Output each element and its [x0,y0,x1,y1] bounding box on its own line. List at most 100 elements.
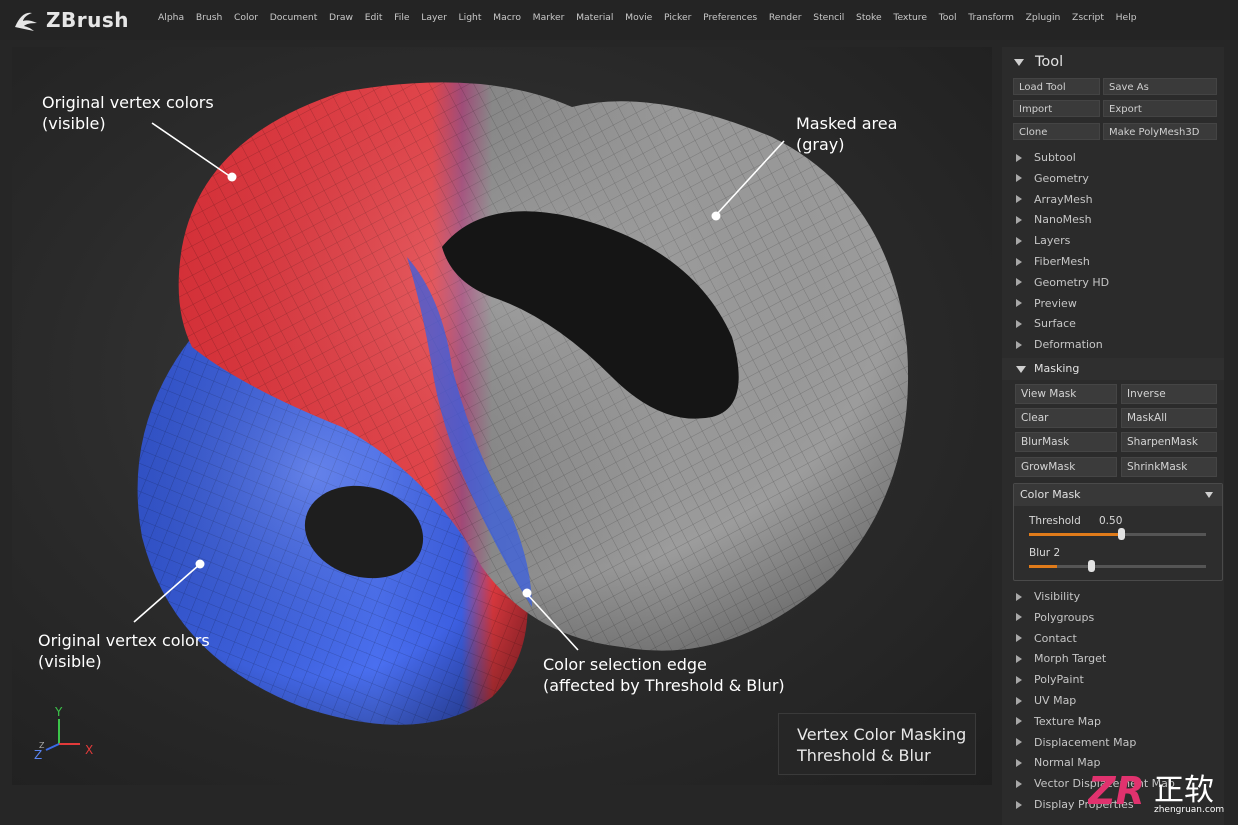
section-fibermesh[interactable]: FiberMesh [1016,255,1090,268]
expand-arrow-icon [1016,340,1022,349]
blur-mask-button[interactable]: BlurMask [1015,432,1117,452]
color-mask-dropdown[interactable]: Color Mask [1014,484,1222,506]
export-button[interactable]: Export [1103,100,1217,117]
expand-arrow-icon [1016,153,1022,162]
section-label: ArrayMesh [1034,192,1093,206]
expand-arrow-icon [1016,195,1022,204]
expand-arrow-icon [1016,696,1022,705]
menu-item-marker[interactable]: Marker [533,12,565,23]
grow-mask-button[interactable]: GrowMask [1015,457,1117,477]
expand-arrow-icon [1016,319,1022,328]
caption-line-1: Vertex Color Masking [797,725,967,744]
expand-arrow-icon [1016,236,1022,245]
view-mask-button[interactable]: View Mask [1015,384,1117,404]
menu-item-stoke[interactable]: Stoke [856,12,882,23]
section-label: Displacement Map [1034,735,1137,749]
expand-arrow-icon [1016,800,1022,809]
menu-item-picker[interactable]: Picker [664,12,691,23]
callout-original-colors-top: Original vertex colors (visible) [42,93,214,133]
watermark-text: 正软 [1154,773,1214,808]
section-uv-map[interactable]: UV Map [1016,694,1076,707]
masking-expand-arrow-icon [1016,366,1026,373]
make-polymesh3d-button[interactable]: Make PolyMesh3D [1103,123,1217,140]
blur-slider-fill [1029,565,1057,568]
menu-item-zplugin[interactable]: Zplugin [1026,12,1061,23]
section-texture-map[interactable]: Texture Map [1016,715,1101,728]
section-geometry[interactable]: Geometry [1016,172,1089,185]
menu-item-texture[interactable]: Texture [893,12,927,23]
expand-arrow-icon [1016,758,1022,767]
menu-item-layer[interactable]: Layer [421,12,447,23]
section-label: Polygroups [1034,610,1095,624]
section-subtool[interactable]: Subtool [1016,151,1076,164]
caption-line-2: Threshold & Blur [797,746,931,765]
threshold-label: Threshold [1029,515,1081,527]
axis-x-label: X [85,743,93,757]
clone-button[interactable]: Clone [1013,123,1100,140]
blur-slider-handle[interactable] [1087,560,1095,572]
section-visibility[interactable]: Visibility [1016,590,1080,603]
section-displacement-map[interactable]: Displacement Map [1016,736,1136,749]
section-geometry-hd[interactable]: Geometry HD [1016,276,1109,289]
section-layers[interactable]: Layers [1016,234,1070,247]
menu-item-brush[interactable]: Brush [196,12,223,23]
blur-slider[interactable] [1029,560,1206,572]
section-label: Morph Target [1034,652,1107,666]
section-label: Visibility [1034,590,1081,603]
section-morph-target[interactable]: Morph Target [1016,652,1106,665]
expand-arrow-icon [1016,613,1022,622]
section-polypaint[interactable]: PolyPaint [1016,673,1084,686]
section-label: FiberMesh [1034,255,1090,268]
svg-text:ZR: ZR [1088,769,1145,813]
menu-item-help[interactable]: Help [1116,12,1137,23]
menu-item-transform[interactable]: Transform [968,12,1014,23]
threshold-slider-fill [1029,533,1122,536]
expand-arrow-icon [1016,257,1022,266]
menu-item-render[interactable]: Render [769,12,802,23]
menu-item-draw[interactable]: Draw [329,12,353,23]
menu-item-document[interactable]: Document [270,12,318,23]
tool-palette: Tool Load Tool Save As Import Export Clo… [1002,47,1224,825]
blur-label: Blur 2 [1029,547,1061,559]
expand-arrow-icon [1016,592,1022,601]
load-tool-button[interactable]: Load Tool [1013,78,1100,95]
inverse-button[interactable]: Inverse [1121,384,1217,404]
menu-item-tool[interactable]: Tool [939,12,957,23]
section-deformation[interactable]: Deformation [1016,338,1103,351]
section-nanomesh[interactable]: NanoMesh [1016,213,1092,226]
color-mask-title: Color Mask [1020,488,1081,501]
clear-mask-button[interactable]: Clear [1015,408,1117,428]
menu-item-file[interactable]: File [394,12,409,23]
import-button[interactable]: Import [1013,100,1100,117]
section-preview[interactable]: Preview [1016,297,1077,310]
masking-section-header[interactable]: Masking [1002,358,1224,380]
mask-all-button[interactable]: MaskAll [1121,408,1217,428]
section-arraymesh[interactable]: ArrayMesh [1016,193,1093,206]
menu-item-macro[interactable]: Macro [493,12,521,23]
menu-item-edit[interactable]: Edit [365,12,383,23]
menu-item-movie[interactable]: Movie [625,12,652,23]
tool-palette-header[interactable]: Tool [1014,54,1063,70]
menu-item-alpha[interactable]: Alpha [158,12,184,23]
section-label: Subtool [1034,151,1076,164]
section-polygroups[interactable]: Polygroups [1016,611,1094,624]
save-as-button[interactable]: Save As [1103,78,1217,95]
section-label: Geometry HD [1034,275,1110,289]
blur-value: 2 [1053,547,1061,559]
section-surface[interactable]: Surface [1016,317,1076,330]
section-contact[interactable]: Contact [1016,632,1077,645]
menu-item-zscript[interactable]: Zscript [1072,12,1104,23]
sharpen-mask-button[interactable]: SharpenMask [1121,432,1217,452]
menu-item-preferences[interactable]: Preferences [703,12,757,23]
menu-item-material[interactable]: Material [576,12,613,23]
3d-viewport[interactable]: Y X Z Z Original vertex colors (visible)… [12,47,992,785]
threshold-slider-handle[interactable] [1118,528,1126,540]
menu-item-color[interactable]: Color [234,12,258,23]
threshold-slider[interactable] [1029,528,1206,540]
section-label: Surface [1034,317,1076,331]
menu-item-light[interactable]: Light [459,12,482,23]
menu-item-stencil[interactable]: Stencil [813,12,844,23]
zbrush-logo-icon [15,12,37,31]
expand-arrow-icon [1016,675,1022,684]
shrink-mask-button[interactable]: ShrinkMask [1121,457,1217,477]
